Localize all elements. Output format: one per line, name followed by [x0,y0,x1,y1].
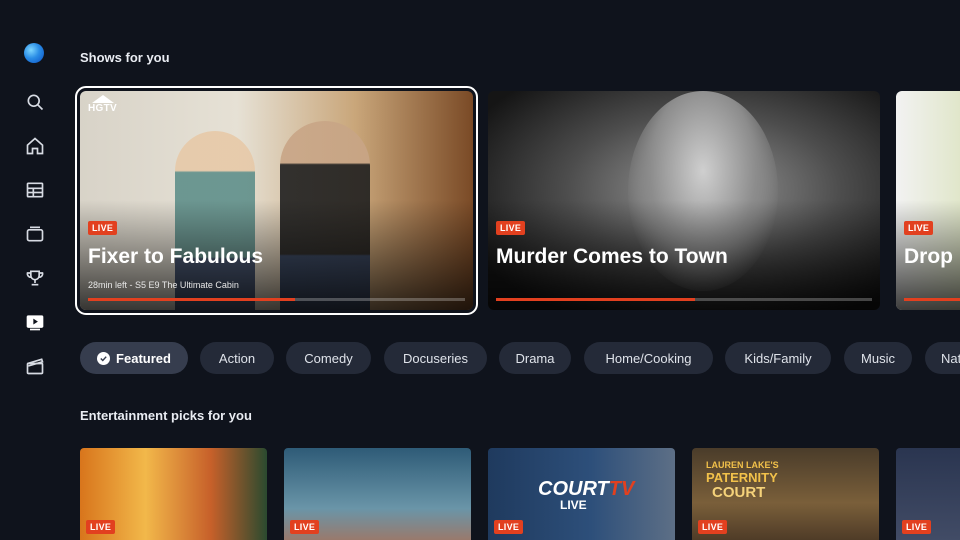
home-icon [26,137,44,155]
court-tv-sub: LIVE [560,498,587,512]
show-card[interactable]: LIVE Murder Comes to Town [488,91,880,310]
pick-card[interactable]: COURTTV LIVE LIVE [488,448,675,540]
chip-home-cooking[interactable]: Home/Cooking [584,342,713,374]
chip-music[interactable]: Music [844,342,912,374]
chip-label: Drama [515,350,555,366]
progress-fill [904,298,960,301]
show-card[interactable]: HGTV LIVE Fixer to Fabulous 28min left -… [75,86,478,315]
sidebar-item-on-demand[interactable] [24,311,46,333]
sidebar-item-home[interactable] [24,135,46,157]
trophy-icon [26,270,44,286]
pick-card[interactable]: LAUREN LAKE'S PATERNITY COURT LIVE [692,448,879,540]
chip-label: Action [218,350,256,366]
pick-card[interactable]: LIVE [896,448,960,540]
progress-fill [88,298,296,301]
sidebar-item-live-tv[interactable] [24,223,46,245]
shows-section-title: Shows for you [80,50,170,65]
poster-title-line: LAUREN LAKE'S [706,460,779,470]
live-badge: LIVE [86,520,116,534]
show-meta: 28min left - S5 E9 The Ultimate Cabin [88,280,239,290]
show-title: Murder Comes to Town [496,245,728,268]
play-icon [26,315,44,331]
live-badge: LIVE [494,520,524,534]
poster-title-line: COURT [712,484,766,501]
genre-filter-bar: Featured Action Comedy Docuseries Drama … [0,342,960,376]
chip-docuseries[interactable]: Docuseries [384,342,487,374]
chip-label: Kids/Family [744,350,812,366]
chip-label: Nat [941,350,960,366]
show-title: Drop [904,245,953,268]
show-progress [496,298,872,301]
chip-label: Featured [116,350,171,366]
poster-title-line: PATERNITY [706,470,778,485]
chip-drama[interactable]: Drama [499,342,571,374]
show-card[interactable]: LIVE Drop [896,91,960,310]
sidebar-item-sports[interactable] [24,267,46,289]
chip-label: Comedy [304,350,353,366]
live-badge: LIVE [698,520,728,534]
chip-kids-family[interactable]: Kids/Family [725,342,831,374]
show-progress [88,298,465,301]
network-logo: HGTV [88,95,117,114]
show-title: Fixer to Fabulous [88,245,264,268]
app-logo-icon [24,43,44,63]
picks-carousel: LIVE LIVE COURTTV LIVE LIVE LAUREN LAKE'… [0,448,960,540]
grid-icon [26,182,44,198]
chip-action[interactable]: Action [200,342,274,374]
tv-icon [26,226,44,242]
live-badge: LIVE [496,221,526,235]
show-progress [904,298,960,301]
sidebar-item-search[interactable] [24,91,46,113]
progress-fill [496,298,696,301]
chip-comedy[interactable]: Comedy [286,342,371,374]
check-circle-icon [97,351,111,365]
chip-featured[interactable]: Featured [80,342,188,374]
live-badge: LIVE [902,520,932,534]
live-badge: LIVE [88,221,118,235]
sidebar-item-guide[interactable] [24,179,46,201]
chip-label: Music [861,350,895,366]
live-badge: LIVE [290,520,320,534]
pick-card[interactable]: LIVE [284,448,471,540]
chip-nature[interactable]: Nat [925,342,960,374]
chip-label: Home/Cooking [605,350,692,366]
live-badge: LIVE [904,221,934,235]
picks-section-title: Entertainment picks for you [80,408,252,423]
chip-label: Docuseries [402,350,469,366]
search-icon [27,94,44,111]
pick-card[interactable]: LIVE [80,448,267,540]
